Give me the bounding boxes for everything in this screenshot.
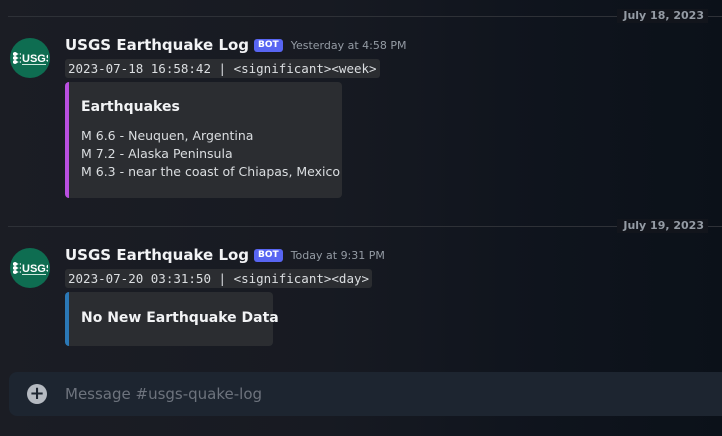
message-header: USGS Earthquake Log BOT Today at 9:31 PM [65, 246, 385, 264]
message-timestamp[interactable]: Today at 9:31 PM [291, 249, 385, 262]
bot-badge: BOT [254, 248, 283, 262]
embed-line: M 7.2 - Alaska Peninsula [81, 146, 233, 161]
inline-code: 2023-07-20 03:31:50 | <significant><day> [65, 269, 373, 288]
message-composer: + Message #usgs-quake-log [9, 372, 722, 416]
usgs-logo-icon: USGS [13, 52, 48, 65]
inline-code: 2023-07-18 16:58:42 | <significant><week… [65, 59, 380, 78]
author-name[interactable]: USGS Earthquake Log [65, 246, 249, 264]
date-divider-label: July 18, 2023 [617, 9, 708, 23]
bot-badge: BOT [254, 38, 283, 52]
plus-circle-icon[interactable]: + [27, 384, 47, 404]
embed-title: No New Earthquake Data [81, 310, 279, 326]
embed-line: M 6.6 - Neuquen, Argentina [81, 128, 254, 143]
chat-view: July 18, 2023 USGS USGS Earthquake Log B… [0, 0, 722, 436]
embed-card: Earthquakes M 6.6 - Neuquen, Argentina M… [65, 82, 342, 198]
author-name[interactable]: USGS Earthquake Log [65, 36, 249, 54]
date-divider: July 18, 2023 [8, 9, 722, 23]
embed-card: No New Earthquake Data [65, 292, 279, 346]
message-header: USGS Earthquake Log BOT Yesterday at 4:5… [65, 36, 406, 54]
embed-title: Earthquakes [81, 99, 180, 115]
avatar[interactable]: USGS [10, 248, 50, 288]
usgs-logo-icon: USGS [13, 262, 48, 275]
svg-text:USGS: USGS [22, 53, 48, 65]
message-timestamp[interactable]: Yesterday at 4:58 PM [291, 39, 407, 52]
embed-line: M 6.3 - near the coast of Chiapas, Mexic… [81, 164, 341, 179]
svg-text:USGS: USGS [22, 263, 48, 275]
date-divider: July 19, 2023 [8, 219, 722, 233]
embed-description: M 6.6 - Neuquen, Argentina M 7.2 - Alask… [81, 127, 340, 181]
message-input[interactable]: Message #usgs-quake-log [65, 384, 262, 404]
avatar[interactable]: USGS [10, 38, 50, 78]
date-divider-label: July 19, 2023 [617, 219, 708, 233]
